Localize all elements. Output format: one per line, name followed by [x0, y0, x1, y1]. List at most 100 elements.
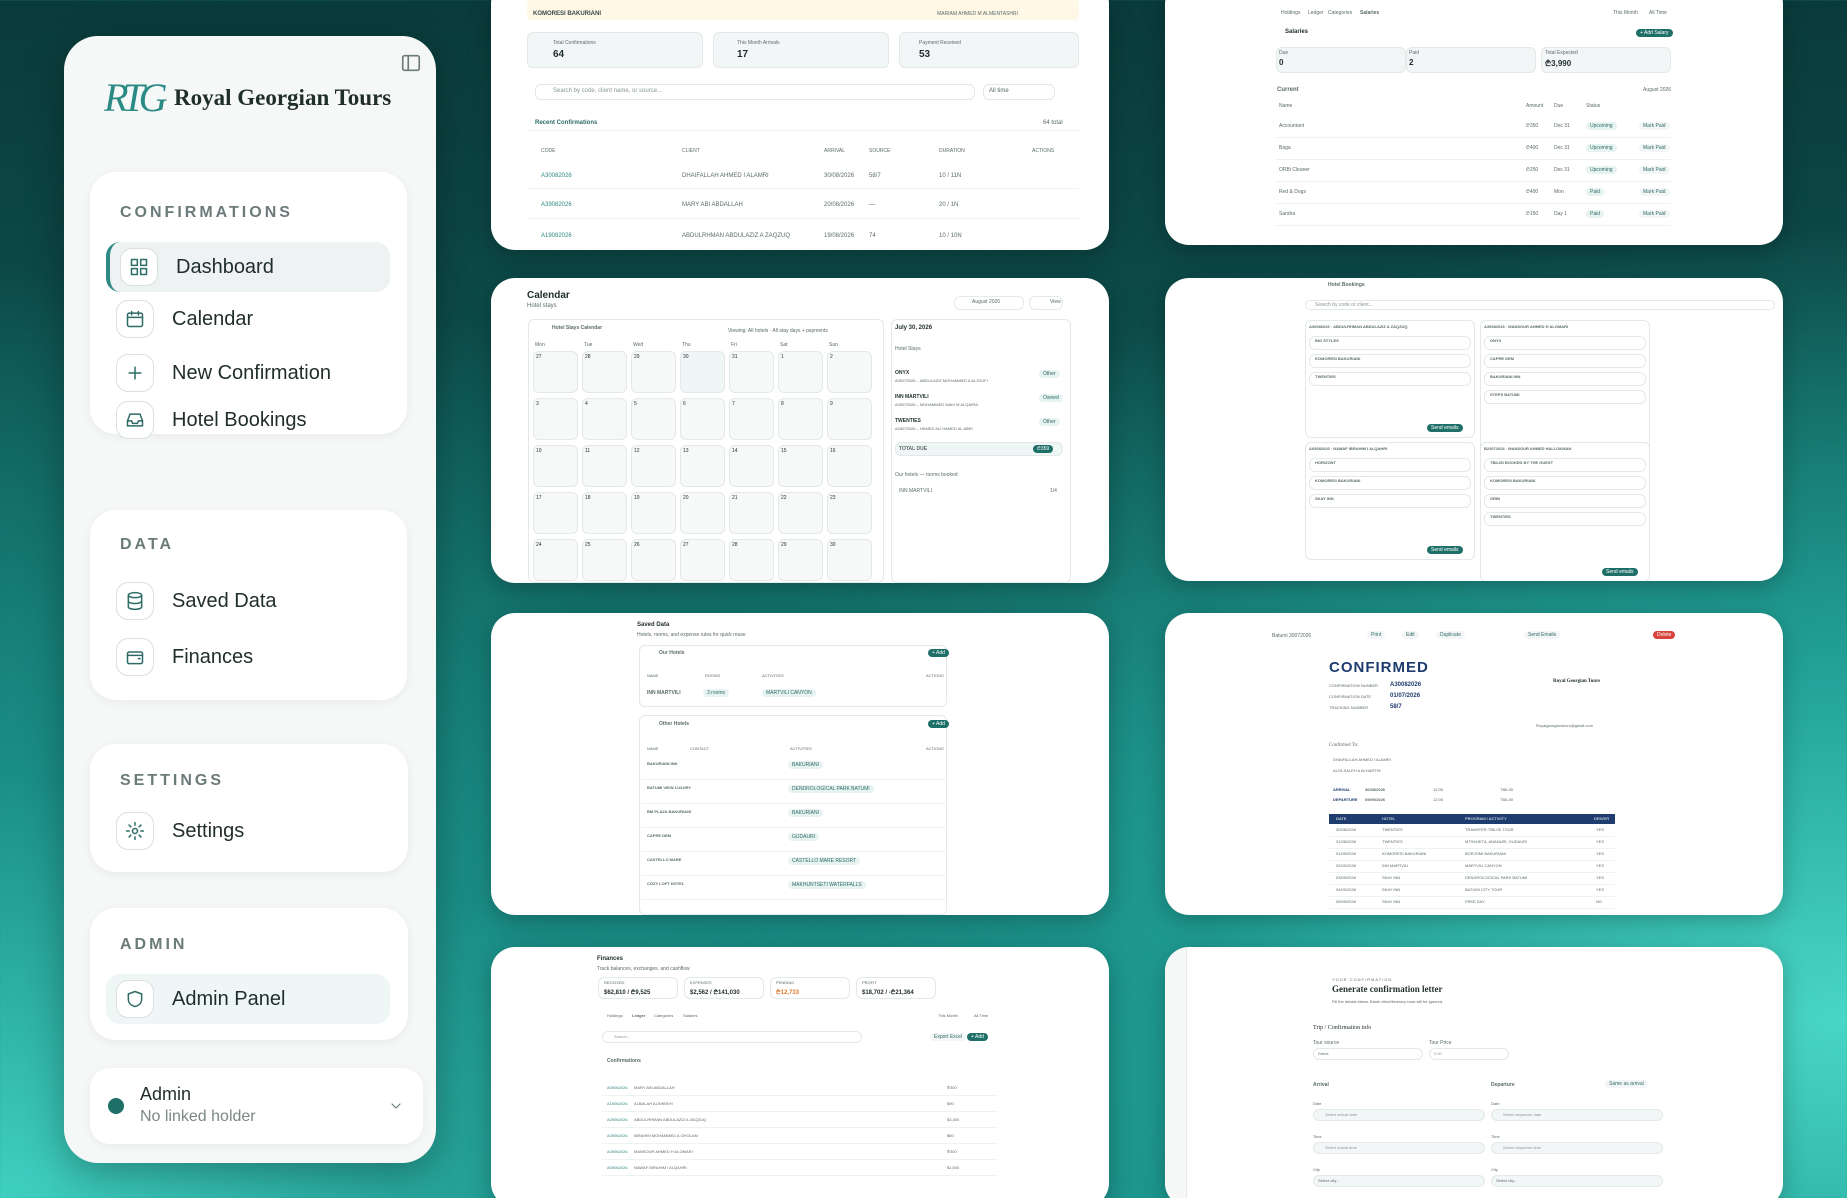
calendar-day[interactable] — [631, 398, 676, 440]
hotel-item[interactable] — [1484, 336, 1646, 350]
search-input[interactable] — [602, 1031, 862, 1043]
range-tab[interactable]: All Time — [974, 1013, 988, 1018]
sidebar-item-new-confirmation[interactable]: New Confirmation — [106, 348, 390, 398]
send-emails-button[interactable]: Send emails — [1427, 424, 1463, 432]
export-button[interactable]: Export Excel — [930, 1033, 967, 1041]
tab[interactable]: Salaries — [683, 1013, 697, 1018]
hotel-name: ONYX — [1490, 338, 1502, 343]
edit-button[interactable]: Edit — [1402, 631, 1419, 639]
sidebar-item-finances[interactable]: Finances — [106, 632, 390, 682]
group-title: SETTINGS — [120, 772, 225, 789]
table-cell[interactable]: A09082026 — [607, 1085, 627, 1090]
send-emails-button[interactable]: Send Emails — [1524, 631, 1561, 639]
table-cell: BAKURIANI INN — [647, 761, 678, 766]
sidebar-item-hotel-bookings[interactable]: Hotel Bookings — [106, 398, 390, 442]
day-number: 12 — [634, 448, 640, 454]
side-date: July 30, 2026 — [895, 325, 933, 331]
hotel-item[interactable] — [1484, 494, 1646, 508]
tab[interactable]: Holdings — [607, 1013, 623, 1018]
calendar-day[interactable] — [778, 398, 823, 440]
add-button[interactable]: + Add — [967, 1033, 988, 1041]
tab[interactable]: Categories — [654, 1013, 673, 1018]
table-cell[interactable]: A59082026 — [607, 1165, 627, 1170]
day-number: 13 — [683, 448, 689, 454]
shield-icon — [125, 989, 145, 1009]
tab[interactable]: Salaries — [1360, 10, 1379, 16]
hotel-name: ORBI — [1490, 496, 1500, 501]
range-tab[interactable]: This Month — [938, 1013, 958, 1018]
field-value: Direct — [1318, 1051, 1329, 1056]
range-tab[interactable]: This Month — [1613, 10, 1638, 16]
table-cell[interactable]: A19082026 — [541, 233, 572, 239]
sidebar-item-admin-panel[interactable]: Admin Panel — [106, 974, 390, 1024]
sidebar-item-calendar[interactable]: Calendar — [106, 294, 390, 344]
range-tab[interactable]: All Time — [1649, 10, 1667, 16]
col-header: DATE — [1336, 816, 1347, 821]
stay-detail: A30070026 – ABDULAZIZ MOHAMMED A ALJOUFI — [895, 378, 988, 383]
divider — [1329, 848, 1615, 849]
mark-paid-button[interactable]: Mark Paid — [1639, 188, 1670, 196]
mark-paid-button[interactable]: Mark Paid — [1639, 122, 1670, 130]
day-number: 22 — [781, 495, 787, 501]
stat-label: Total Confirmations — [553, 40, 596, 46]
company-email: Royalgeorgiantours@gmail.com — [1536, 723, 1593, 728]
hotel-type-badge: Other — [1039, 370, 1060, 378]
send-emails-button[interactable]: Send emails — [1427, 546, 1463, 554]
mark-paid-button[interactable]: Mark Paid — [1639, 144, 1670, 152]
table-cell[interactable]: A19082026 — [607, 1101, 627, 1106]
tab[interactable]: Ledger — [632, 1013, 645, 1018]
wallet-icon — [125, 647, 145, 667]
add-button[interactable]: + Add — [928, 649, 949, 657]
calendar-day[interactable] — [827, 351, 872, 393]
status-dot — [108, 1098, 124, 1114]
back-link[interactable]: Batumi 30072026 — [1272, 633, 1311, 639]
table-cell[interactable]: A49082026 — [607, 1149, 627, 1154]
search-input[interactable] — [1305, 300, 1775, 310]
time: 12:05 — [1433, 797, 1444, 802]
sidebar-item-saved-data[interactable]: Saved Data — [106, 576, 390, 626]
divider — [641, 875, 945, 876]
page-title: Finances — [597, 956, 624, 962]
mark-paid-button[interactable]: Mark Paid — [1639, 166, 1670, 174]
hotel-name: TBILISI BOOKED BY THE GUEST — [1490, 460, 1554, 465]
calendar-day[interactable] — [533, 398, 578, 440]
add-salary-button[interactable]: + Add Salary — [1636, 29, 1673, 37]
sidebar-toggle-icon[interactable] — [400, 52, 422, 74]
calendar-day[interactable] — [680, 398, 725, 440]
table-cell[interactable]: A30082026 — [541, 173, 572, 179]
calendar-day[interactable] — [827, 398, 872, 440]
add-button[interactable]: + Add — [928, 720, 949, 728]
group-admin: ADMIN Admin Panel — [90, 908, 408, 1040]
table-cell[interactable]: A29082026 — [607, 1117, 627, 1122]
print-button[interactable]: Print — [1367, 631, 1386, 639]
mark-paid-button[interactable]: Mark Paid — [1639, 210, 1670, 218]
calendar-day[interactable] — [582, 398, 627, 440]
sidebar-item-settings[interactable]: Settings — [106, 806, 390, 856]
status-badge: Upcoming — [1586, 166, 1617, 174]
table-cell: 58/7 — [869, 173, 881, 179]
calendar-day[interactable] — [729, 398, 774, 440]
page-subtitle: Track balances, exchanges, and cashflow — [597, 966, 690, 972]
send-emails-button[interactable]: Send emails — [1602, 568, 1638, 576]
delete-button[interactable]: Delete — [1653, 631, 1676, 639]
tab[interactable]: Categories — [1328, 10, 1352, 16]
duplicate-button[interactable]: Duplicate — [1436, 631, 1465, 639]
divider — [602, 1127, 997, 1128]
day-number: 30 — [683, 354, 689, 360]
day-number: 4 — [585, 401, 588, 407]
divider — [641, 899, 945, 900]
table-cell[interactable]: A39082026 — [541, 202, 572, 208]
same-as-arrival-button[interactable]: Same as arrival — [1605, 1080, 1648, 1088]
calendar-day[interactable] — [778, 351, 823, 393]
sidebar-item-dashboard[interactable]: Dashboard — [106, 242, 390, 292]
table-cell: KOMORESI BAKURIANI — [1382, 851, 1427, 856]
tour-source-select[interactable] — [1313, 1048, 1423, 1060]
user-card[interactable]: Admin No linked holder — [90, 1068, 423, 1144]
tab[interactable]: Holdings — [1281, 10, 1300, 16]
gear-icon — [125, 821, 145, 841]
table-cell[interactable]: A39082026 — [607, 1133, 627, 1138]
chevron-down-icon[interactable] — [388, 1098, 404, 1114]
activity-badge: MAKHUNTSETI WATERFALLS — [788, 881, 866, 889]
tab[interactable]: Ledger — [1308, 10, 1324, 16]
table-cell: 04/09/2026 — [1336, 887, 1357, 892]
